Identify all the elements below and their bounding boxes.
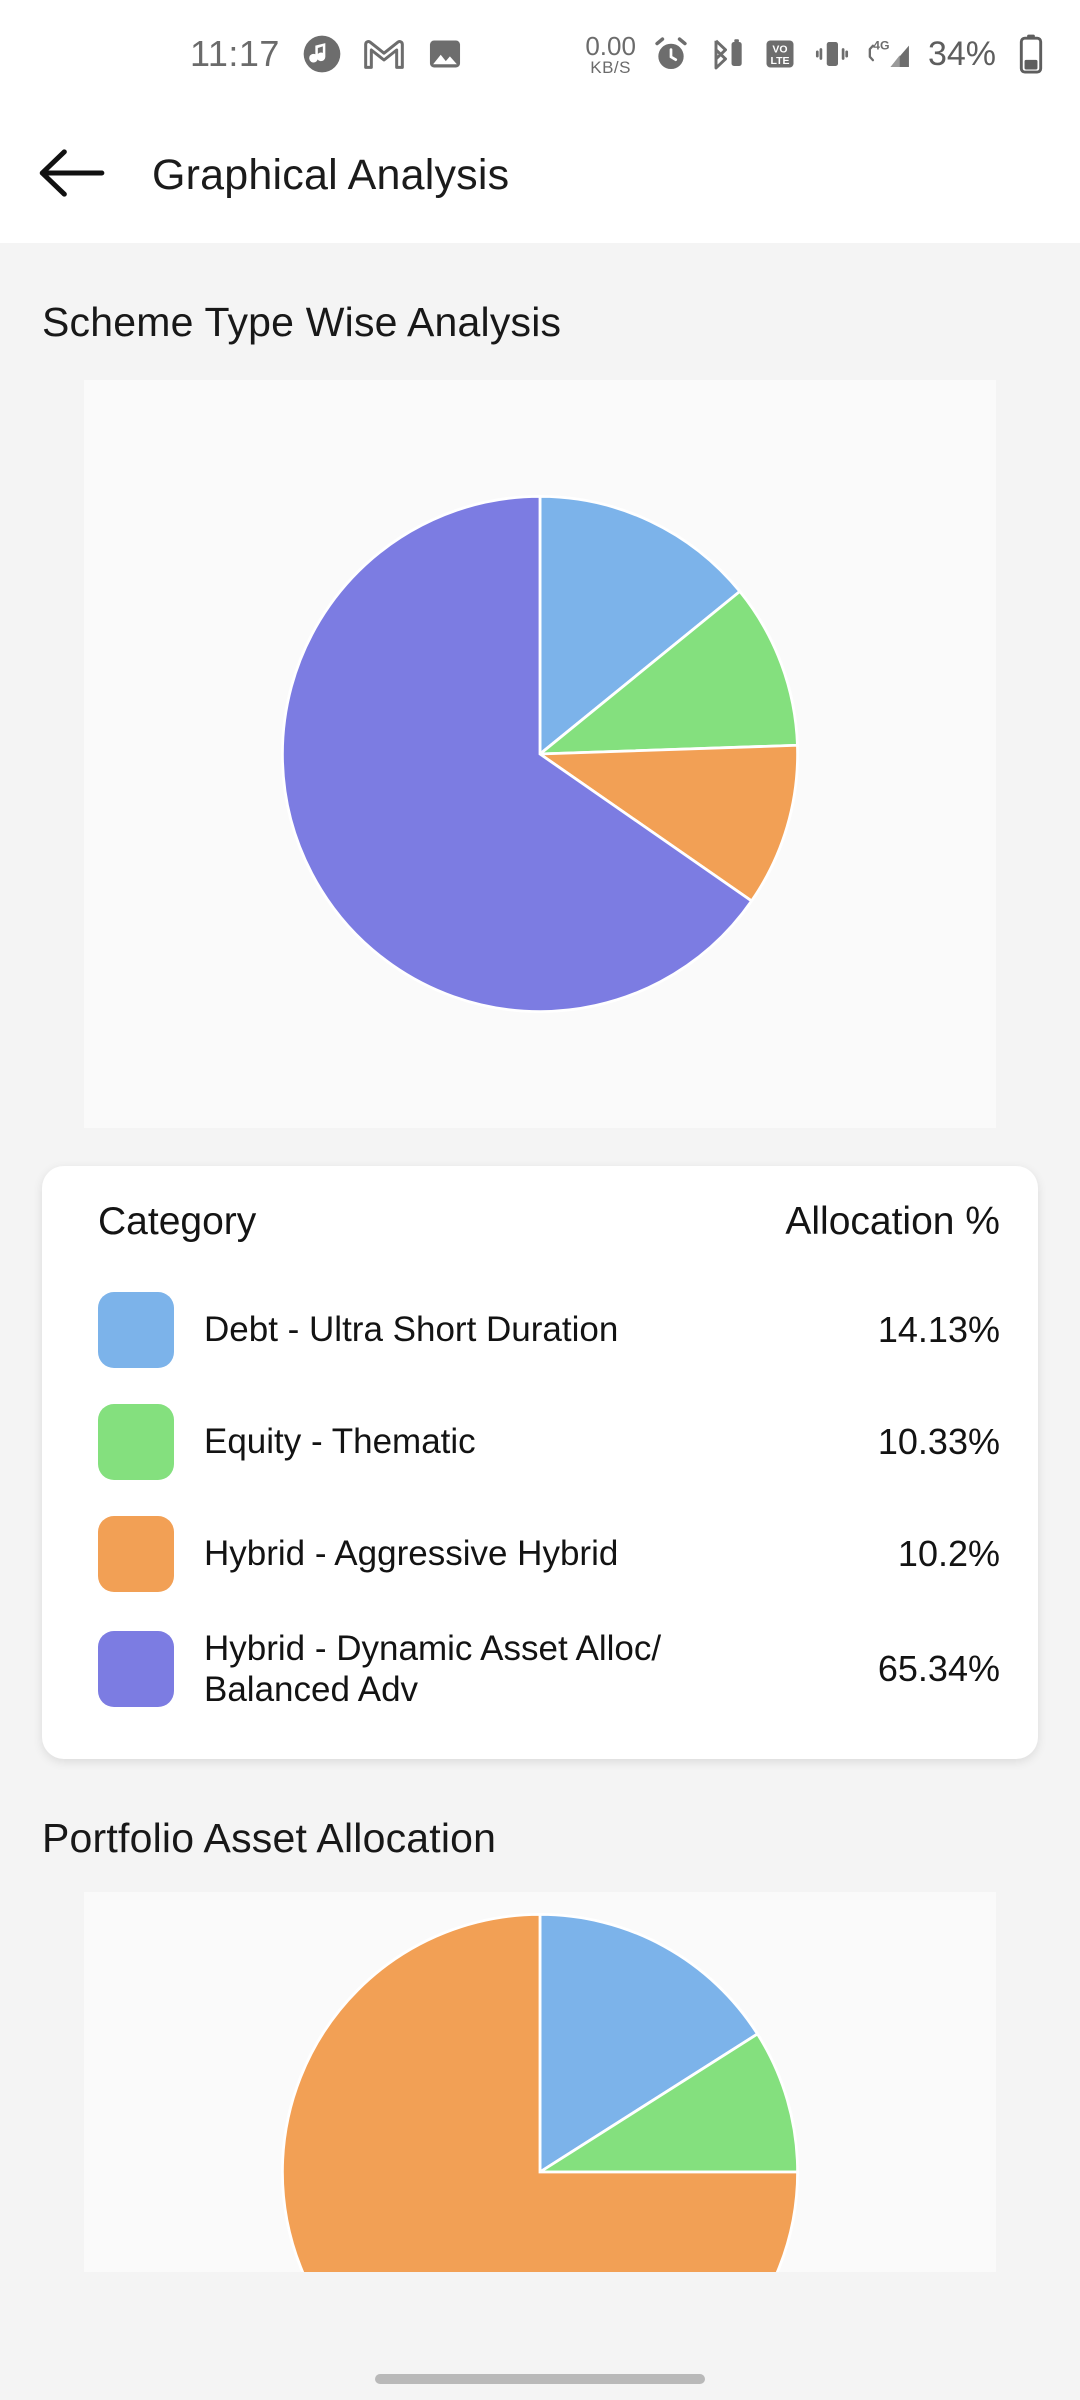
- gmail-icon: [364, 38, 404, 70]
- battery-percent-label: 34%: [927, 34, 996, 73]
- network-speed-indicator: 0.00 KB/S: [585, 33, 636, 76]
- home-indicator[interactable]: [375, 2374, 705, 2384]
- legend-value: 10.2%: [897, 1533, 1000, 1574]
- legend-row: Hybrid - Dynamic Asset Alloc/Balanced Ad…: [76, 1610, 1004, 1729]
- svg-text:4G: 4G: [873, 38, 889, 52]
- vibrate-icon: [814, 36, 850, 72]
- svg-text:VO: VO: [772, 44, 787, 56]
- back-button[interactable]: [36, 139, 110, 213]
- scheme-pie-chart[interactable]: [260, 474, 820, 1034]
- network-speed-value: 0.00: [585, 30, 636, 61]
- legend-value: 65.34%: [877, 1648, 1000, 1690]
- legend-header-row: Category Allocation %: [76, 1200, 1004, 1244]
- battery-icon: [1016, 33, 1046, 75]
- volte-icon: VO LTE: [762, 36, 798, 72]
- scheme-pie-chart-container: [84, 380, 996, 1128]
- legend-rows: Debt - Ultra Short Duration 14.13% Equity …: [76, 1274, 1004, 1729]
- arrow-left-icon: [38, 148, 108, 203]
- legend-label: Debt - Ultra Short Duration: [204, 1310, 619, 1350]
- network-speed-unit: KB/S: [590, 57, 631, 77]
- status-bar: 11:17 0.00 KB/S VO LTE 4G 34%: [0, 0, 1080, 108]
- portfolio-pie-chart[interactable]: [260, 1892, 820, 2272]
- legend-color-swatch: [98, 1516, 174, 1592]
- signal-4g-icon: 4G: [866, 35, 912, 73]
- portfolio-pie-chart-container: [84, 1891, 996, 2272]
- legend-card: Category Allocation % Debt - Ultra Short…: [42, 1166, 1038, 1759]
- section-title-scheme: Scheme Type Wise Analysis: [42, 299, 562, 345]
- legend-color-swatch: [98, 1404, 174, 1480]
- legend-row: Equity - Thematic 10.33%: [76, 1386, 1004, 1498]
- legend-color-swatch: [98, 1631, 174, 1708]
- legend-color-swatch: [98, 1292, 174, 1368]
- legend-value: 10.33%: [877, 1421, 1000, 1462]
- page-title: Graphical Analysis: [152, 151, 510, 199]
- legend-row: Hybrid - Aggressive Hybrid 10.2%: [76, 1498, 1004, 1610]
- legend-row: Debt - Ultra Short Duration 14.13%: [76, 1274, 1004, 1386]
- scroll-content[interactable]: Scheme Type Wise Analysis Category Alloc…: [0, 243, 1080, 2400]
- alarm-icon: [652, 35, 690, 73]
- section-title-portfolio: Portfolio Asset Allocation: [42, 1814, 497, 1861]
- legend-value: 14.13%: [877, 1309, 1000, 1350]
- svg-text:LTE: LTE: [770, 55, 789, 67]
- status-time: 11:17: [190, 33, 280, 74]
- status-bar-left: 11:17: [190, 33, 464, 75]
- legend-label: Hybrid - Aggressive Hybrid: [204, 1534, 619, 1574]
- legend-header-category: Category: [98, 1200, 257, 1243]
- image-icon: [426, 35, 464, 73]
- legend-header-allocation: Allocation %: [785, 1200, 1000, 1243]
- music-note-icon: [302, 34, 342, 74]
- status-bar-right: 0.00 KB/S VO LTE 4G 34%: [585, 33, 1046, 76]
- bluetooth-battery-icon: [706, 35, 746, 73]
- app-bar: Graphical Analysis: [0, 108, 1080, 243]
- legend-label: Hybrid - Dynamic Asset Alloc/Balanced Ad…: [204, 1629, 662, 1710]
- legend-label: Equity - Thematic: [204, 1422, 476, 1462]
